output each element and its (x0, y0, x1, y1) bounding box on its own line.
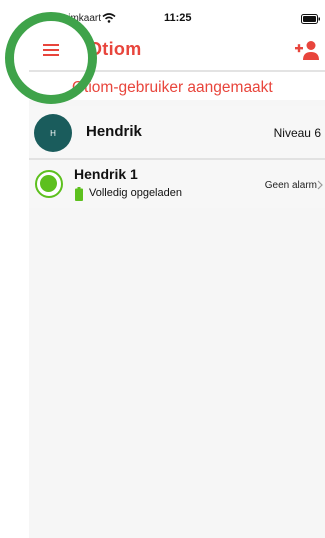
avatar-initial: H (50, 128, 56, 138)
nav-bar: Otiom (0, 34, 325, 68)
hamburger-menu-icon[interactable] (42, 43, 60, 57)
device-battery-icon (75, 187, 83, 201)
device-alarm-status: Geen alarm (264, 180, 317, 191)
avatar: H (34, 114, 72, 152)
device-name: Hendrik 1 (74, 166, 138, 182)
device-row[interactable]: Hendrik 1 Volledig opgeladen Geen alarm (29, 160, 325, 208)
add-user-icon[interactable] (294, 39, 320, 61)
app-title: Otiom (88, 39, 142, 59)
status-time: 11:25 (164, 12, 192, 24)
device-online-indicator (35, 170, 63, 198)
battery-icon (301, 14, 320, 24)
toast-message: Otiom-gebruiker aangemaakt (72, 79, 273, 96)
chevron-right-icon (317, 180, 323, 190)
nav-divider (29, 70, 325, 72)
device-online-dot (40, 175, 57, 192)
profile-name: Hendrik (86, 123, 142, 140)
profile-level: Niveau 6 (273, 126, 321, 140)
profile-row[interactable]: H Hendrik Niveau 6 (29, 106, 325, 158)
carrier-label: Geen simkaart (36, 13, 102, 24)
device-battery-status: Volledig opgeladen (89, 187, 182, 199)
status-bar: Geen simkaart 11:25 (0, 0, 325, 34)
wifi-icon (102, 13, 116, 23)
